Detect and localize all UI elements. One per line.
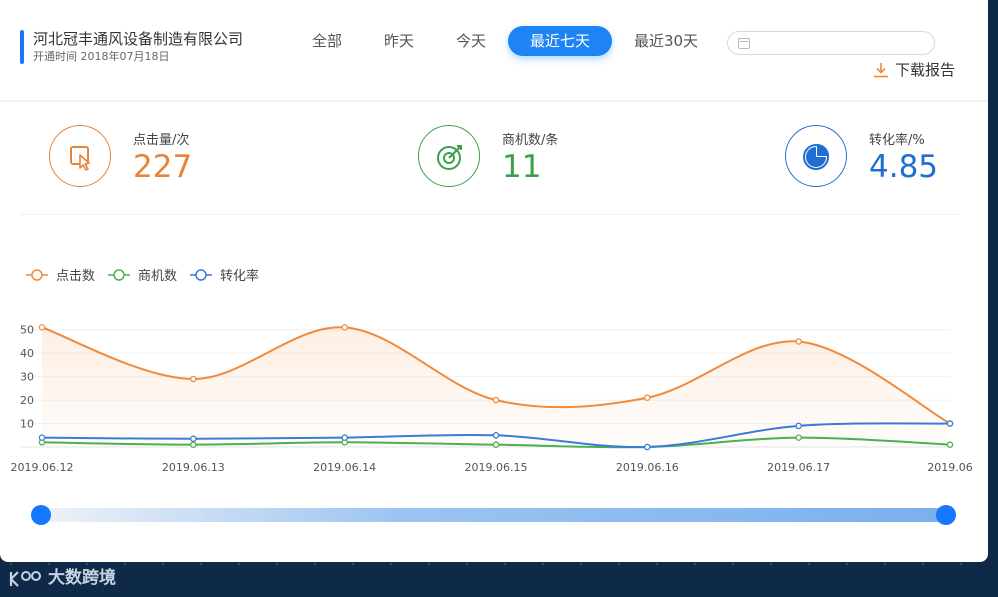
y-tick-label: 40 [20,347,34,360]
tab-all[interactable]: 全部 [296,26,358,56]
series-point-2-6 [946,420,954,427]
series-point-2-0 [38,434,46,441]
series-point-0-3 [492,396,500,404]
tab-yesterday[interactable]: 昨天 [368,26,430,56]
y-tick-label: 10 [20,418,34,431]
company-accent-bar [20,30,24,64]
series-point-1-6 [946,441,954,448]
company-name: 河北冠丰通风设备制造有限公司 [33,30,244,48]
stat-clicks-value: 227 [133,149,193,185]
series-point-2-4 [644,443,651,451]
stat-conversion-value: 4.85 [869,149,939,185]
series-point-2-3 [492,432,500,439]
series-point-0-4 [644,394,651,401]
x-tick-label: 2019.06.17 [767,461,830,474]
y-tick-label: 50 [20,324,34,337]
calendar-icon [738,38,750,49]
pie-icon [785,125,847,187]
series-point-2-2 [341,434,348,441]
legend-marker-2 [195,269,207,281]
trend-line-chart: 10 20 30 40 50 2019.06.12 2019.06.13 2019.06.14… [11,268,973,474]
legend-label-2: 转化率 [220,268,259,284]
series-point-2-1 [190,435,197,443]
series-point-2-5 [795,422,802,430]
watermark-text: 大数跨境 [48,568,116,588]
legend-label-0: 点击数 [56,269,95,284]
tab-today[interactable]: 今天 [440,26,502,56]
tab-last-30-days[interactable]: 最近30天 [622,26,710,56]
x-tick-label: 2019.06.15 [465,461,528,474]
download-report-label: 下载报告 [895,61,956,79]
dashboard-card: 河北冠丰通风设备制造有限公司 开通时间 2018年07月18日 全部 昨天 今天… [0,0,988,562]
stat-clicks-label: 点击量/次 [133,133,190,148]
series-point-1-3 [492,441,500,448]
x-tick-label: 2019.06.12 [11,461,74,474]
series-point-0-5 [795,338,802,345]
series-point-1-1 [190,441,197,448]
range-slider-track[interactable] [40,508,946,522]
date-range-input[interactable] [727,31,935,55]
download-icon [874,63,888,78]
range-slider-start-handle[interactable] [31,505,51,525]
brand-logo-icon [9,571,41,587]
stat-conversion-label: 转化率/% [869,133,925,148]
legend-label-1: 商机数 [138,269,177,284]
decorative-dots [0,562,998,568]
range-slider-end-handle[interactable] [936,505,956,525]
series-point-1-5 [795,434,802,441]
stat-leads-label: 商机数/条 [502,133,559,148]
open-date: 开通时间 2018年07月18日 [33,50,170,63]
series-point-0-0 [38,324,46,331]
legend-marker-1 [113,269,125,281]
header: 河北冠丰通风设备制造有限公司 开通时间 2018年07月18日 全部 昨天 今天… [0,0,988,102]
x-tick-label: 2019.06.14 [313,461,376,474]
y-tick-label: 20 [20,394,34,407]
x-tick-label: 2019.06.13 [162,461,225,474]
target-icon [418,125,480,187]
section-divider [20,214,960,215]
legend-marker-0 [31,269,43,281]
series-point-0-2 [341,324,348,331]
click-cursor-icon [49,125,111,187]
series-point-0-1 [190,375,197,383]
x-tick-label: 2019.06.16 [616,461,679,474]
tab-last-7-days[interactable]: 最近七天 [508,26,612,56]
stat-leads-value: 11 [502,149,542,185]
y-tick-label: 30 [20,371,34,384]
x-tick-label: 2019.06 [927,461,973,474]
